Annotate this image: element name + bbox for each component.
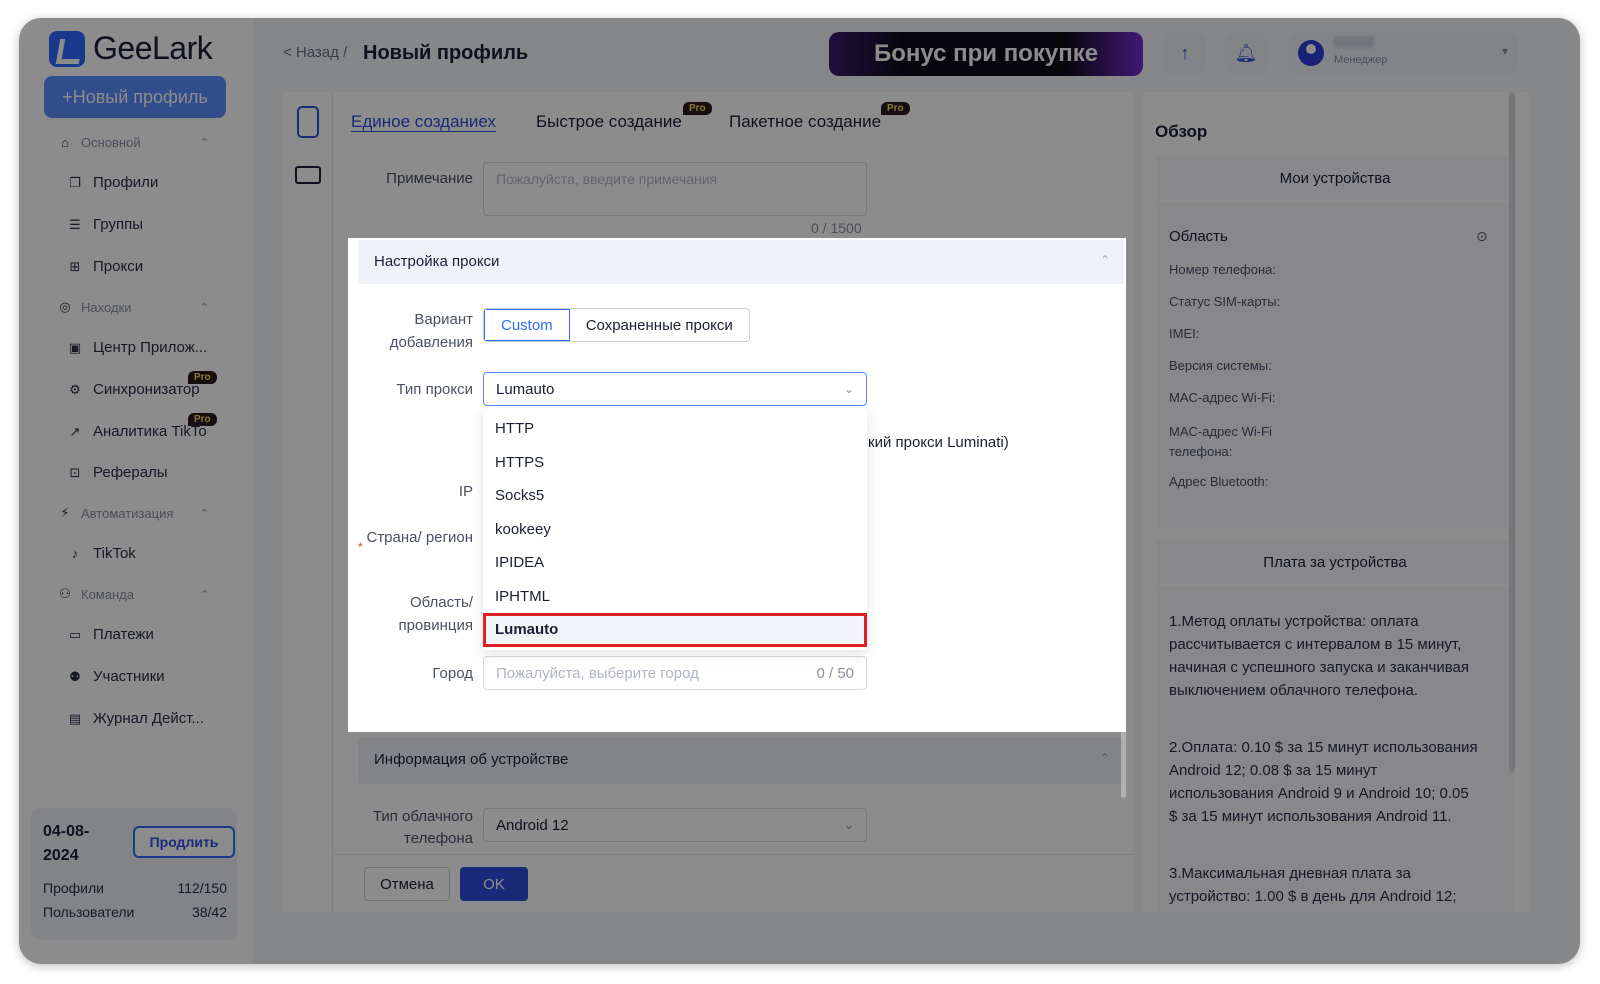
dropdown-option-selected[interactable]: Lumauto — [483, 613, 867, 647]
add-variant-toggle: Custom Сохраненные прокси — [483, 308, 750, 342]
proxy-note: кий прокси Luminati) — [868, 434, 1009, 451]
proxy-settings-dialog: Настройка прокси ⌃ Вариант добавления Cu… — [348, 238, 1126, 732]
dropdown-option[interactable]: Socks5 — [483, 479, 867, 513]
city-input[interactable]: Пожалуйста, выберите город 0 / 50 — [483, 656, 867, 690]
dropdown-option[interactable]: IPIDEA — [483, 546, 867, 580]
region-label: Область/ провинция — [398, 594, 473, 634]
country-label: Страна/ регион — [366, 529, 473, 546]
dropdown-option[interactable]: IPHTML — [483, 580, 867, 614]
option-saved-proxies[interactable]: Сохраненные прокси — [570, 309, 749, 341]
proxy-settings-header[interactable]: Настройка прокси ⌃ — [358, 240, 1124, 284]
chevron-up-icon: ⌃ — [1099, 253, 1110, 267]
dropdown-option[interactable]: kookeey — [483, 513, 867, 547]
dropdown-option[interactable]: HTTP — [483, 412, 867, 446]
required-mark: * — [358, 540, 363, 554]
dropdown-option[interactable]: HTTPS — [483, 446, 867, 480]
proxy-type-select[interactable]: Lumauto ⌄ — [483, 372, 867, 406]
proxy-type-dropdown: HTTP HTTPS Socks5 kookeey IPIDEA IPHTML … — [483, 408, 867, 650]
ip-label: IP — [458, 483, 473, 500]
add-variant-label: Вариант добавления — [389, 311, 473, 351]
option-custom[interactable]: Custom — [484, 309, 570, 341]
proxy-type-label: Тип прокси — [396, 381, 473, 398]
chevron-down-icon: ⌄ — [843, 382, 854, 396]
city-label: Город — [432, 665, 473, 682]
app-window: GeeLark +Новый профиль ⌂ Основной ⌃ ❐ Про… — [19, 18, 1580, 964]
